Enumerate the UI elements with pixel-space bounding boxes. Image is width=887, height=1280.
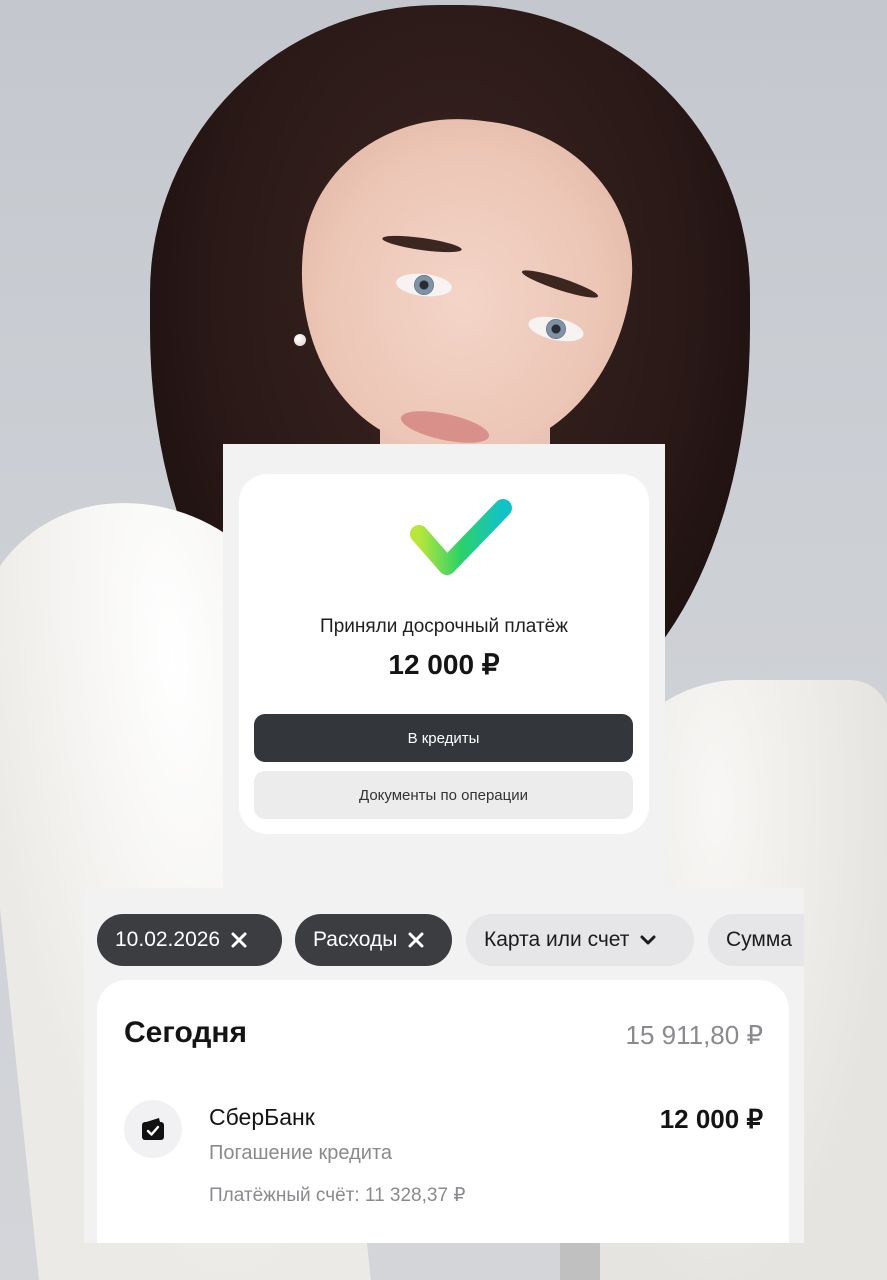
transaction-amount: 12 000 ₽ (659, 1104, 763, 1134)
chevron-down-icon (640, 935, 656, 945)
confirmation-title: Приняли досрочный платёж (320, 616, 568, 637)
transaction-account: Платёжный счёт: 11 328,37 ₽ (209, 1185, 466, 1206)
wallet-check-icon (142, 1118, 164, 1140)
payment-confirmation-card: Приняли досрочный платёж 12 000 ₽ В кред… (239, 474, 649, 834)
filter-chip-card-or-account[interactable]: Карта или счет (466, 914, 694, 966)
filter-chip-label: Карта или счет (484, 928, 630, 951)
confirmation-amount: 12 000 ₽ (388, 649, 500, 680)
filter-chip-expenses[interactable]: Расходы (295, 914, 452, 966)
filter-chip-label: Расходы (313, 928, 398, 951)
to-credits-button[interactable]: В кредиты (254, 714, 633, 762)
checkmark-icon (410, 499, 512, 575)
transaction-category: Погашение кредита (209, 1142, 392, 1164)
operations-card: Сегодня 15 911,80 ₽ СберБанк Погашение к… (97, 980, 789, 1243)
filter-chip-date[interactable]: 10.02.2026 (97, 914, 282, 966)
filter-chip-sum[interactable]: Сумма (708, 914, 804, 966)
operation-documents-button[interactable]: Документы по операции (254, 771, 633, 819)
day-total: 15 911,80 ₽ (625, 1020, 763, 1050)
transaction-avatar (124, 1100, 182, 1158)
day-label: Сегодня (124, 1016, 248, 1049)
filter-chip-label: Сумма (726, 928, 792, 951)
earring (294, 334, 306, 346)
operations-history-panel: 10.02.2026 Расходы Карта или счет Сумма … (84, 888, 804, 1243)
close-icon[interactable] (230, 931, 248, 949)
filter-chip-label: 10.02.2026 (115, 928, 221, 951)
close-icon[interactable] (407, 931, 425, 949)
payment-confirmation-panel: Приняли досрочный платёж 12 000 ₽ В кред… (223, 444, 665, 888)
transaction-name: СберБанк (209, 1104, 315, 1130)
